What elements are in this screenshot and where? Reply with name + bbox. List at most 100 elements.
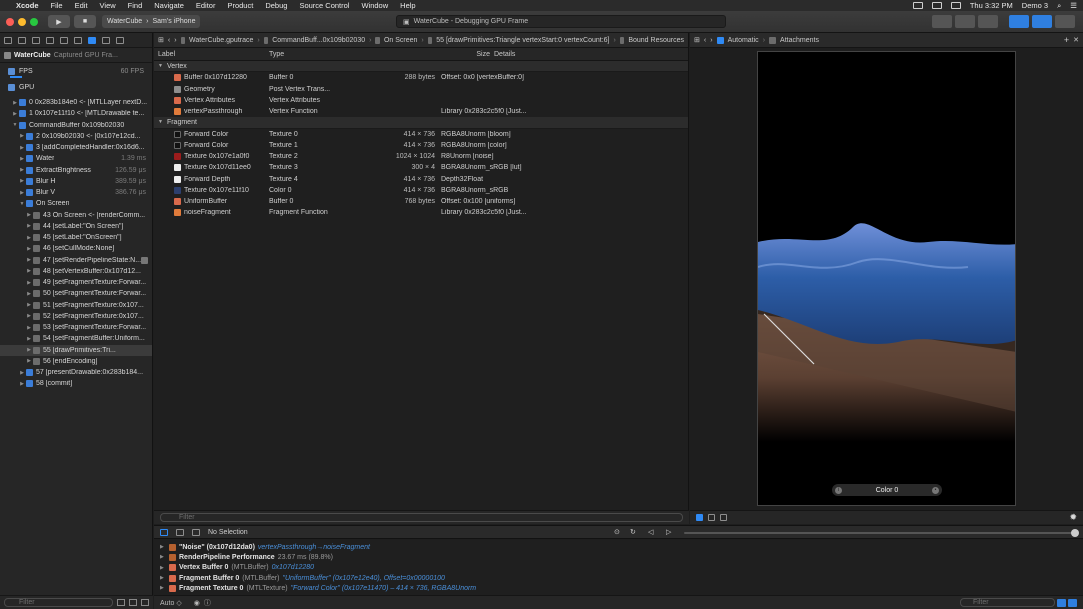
disclosure-closed-icon[interactable]: ▶ bbox=[18, 190, 26, 196]
tree-row[interactable]: ▶ 46 [setCullMode:None] bbox=[0, 243, 152, 254]
variable-row[interactable]: ▶ Vertex Buffer 0 (MTLBuffer) 0x107d12280 bbox=[154, 563, 1083, 573]
tree-row[interactable]: ▶ 43 On Screen <- [renderComm... bbox=[0, 210, 152, 221]
source-control-navigator-icon[interactable] bbox=[18, 36, 26, 44]
disclosure-closed-icon[interactable]: ▶ bbox=[160, 565, 166, 571]
resource-row[interactable]: Forward Color Texture 0 414 × 736 RGBA8Unor… bbox=[154, 129, 688, 140]
options-icon[interactable]: • bbox=[931, 486, 939, 494]
find-navigator-icon[interactable] bbox=[46, 36, 54, 44]
resource-row[interactable]: noiseFragment Fragment Function Library 0x… bbox=[154, 207, 688, 218]
tree-row[interactable]: ▶ 45 [setLabel:"OnScreen"] bbox=[0, 232, 152, 243]
toggle-debug-area-button[interactable] bbox=[1032, 15, 1052, 28]
menu-debug[interactable]: Debug bbox=[265, 1, 287, 10]
forward-button[interactable]: › bbox=[174, 37, 176, 44]
step-icon[interactable] bbox=[192, 528, 200, 536]
menu-find[interactable]: Find bbox=[128, 1, 143, 10]
tree-row[interactable]: ▶ 52 [setFragmentTexture:0x107... bbox=[0, 311, 152, 322]
related-items-icon[interactable]: ⊞ bbox=[158, 36, 164, 44]
frame-scrubber-track[interactable] bbox=[684, 532, 1074, 534]
fps-row[interactable]: FPS 60 FPS bbox=[0, 63, 152, 79]
disclosure-open-icon[interactable]: ▼ bbox=[11, 122, 19, 128]
tree-row[interactable]: ▶ 51 [setFragmentTexture:0x107... bbox=[0, 300, 152, 311]
gpu-capture-header[interactable]: WaterCube Captured GPU Fra... bbox=[0, 48, 152, 63]
gpu-frame-icon[interactable]: ⊙ bbox=[614, 528, 620, 536]
resource-row[interactable]: UniformBuffer Buffer 0 768 bytes Offset: 0x… bbox=[154, 196, 688, 207]
column-details[interactable]: Details bbox=[494, 51, 688, 58]
clock[interactable]: Thu 3:32 PM bbox=[970, 1, 1013, 10]
menu-source-control[interactable]: Source Control bbox=[299, 1, 349, 10]
search-icon[interactable]: ⌕ bbox=[1057, 1, 1061, 11]
info-icon[interactable]: i bbox=[835, 486, 842, 494]
disclosure-closed-icon[interactable]: ▶ bbox=[18, 156, 26, 162]
tree-row[interactable]: ▼ CommandBuffer 0x109b02030 bbox=[0, 120, 152, 131]
image-icon[interactable] bbox=[708, 514, 715, 521]
step-forward-icon[interactable]: ▷ bbox=[666, 528, 671, 536]
settings-icon[interactable]: ✹ bbox=[1069, 512, 1077, 523]
tree-row[interactable]: ▶ 56 [endEncoding] bbox=[0, 356, 152, 367]
menu-product[interactable]: Product bbox=[227, 1, 253, 10]
disclosure-closed-icon[interactable]: ▶ bbox=[25, 325, 33, 331]
right-pane-icon[interactable] bbox=[1068, 599, 1077, 607]
disclosure-closed-icon[interactable]: ▶ bbox=[25, 347, 33, 353]
disclosure-closed-icon[interactable]: ▶ bbox=[25, 212, 33, 218]
disclosure-closed-icon[interactable]: ▶ bbox=[11, 100, 19, 106]
disclosure-closed-icon[interactable]: ▶ bbox=[18, 145, 26, 151]
menu-navigate[interactable]: Navigate bbox=[154, 1, 184, 10]
debug-navigator-icon[interactable] bbox=[88, 36, 96, 44]
run-button[interactable]: ▶ bbox=[48, 15, 70, 28]
symbol-navigator-icon[interactable] bbox=[32, 36, 40, 44]
tree-row[interactable]: ▶ 54 [setFragmentBuffer:Uniform... bbox=[0, 333, 152, 344]
info-icon[interactable]: ⓘ bbox=[204, 598, 211, 608]
tree-row[interactable]: ▶ 44 [setLabel:"On Screen"] bbox=[0, 221, 152, 232]
breakpoint-navigator-icon[interactable] bbox=[102, 36, 110, 44]
project-navigator-icon[interactable] bbox=[4, 36, 12, 44]
menu-app[interactable]: Xcode bbox=[16, 1, 39, 10]
eye-icon[interactable]: ◉ bbox=[194, 599, 200, 607]
tree-row[interactable]: ▶ 48 [setVertexBuffer:0x107d12... bbox=[0, 266, 152, 277]
version-editor-button[interactable] bbox=[978, 15, 998, 28]
back-button[interactable]: ‹ bbox=[168, 37, 170, 44]
navigator-filter-input[interactable]: Filter bbox=[4, 598, 113, 607]
tree-row[interactable]: ▶ 53 [setFragmentTexture:Forwar... bbox=[0, 322, 152, 333]
tree-row[interactable]: ▶ 55 [drawPrimitives:Tri... bbox=[0, 344, 152, 356]
frame-scrubber-handle[interactable] bbox=[1071, 529, 1079, 537]
disclosure-closed-icon[interactable]: ▶ bbox=[18, 167, 26, 173]
display-options-icon[interactable] bbox=[141, 599, 149, 606]
tree-row[interactable]: ▶ Water 1.39 ms bbox=[0, 153, 152, 164]
related-items-icon[interactable]: ⊞ bbox=[694, 36, 700, 44]
wifi-icon[interactable] bbox=[931, 2, 942, 9]
attachment-selector[interactable]: i Color 0 • bbox=[832, 484, 942, 496]
back-button[interactable]: ‹ bbox=[704, 37, 706, 44]
notification-center-icon[interactable]: ☰ bbox=[1070, 1, 1077, 10]
screen-icon[interactable] bbox=[720, 514, 727, 521]
tree-row[interactable]: ▶ 49 [setFragmentTexture:Forwar... bbox=[0, 277, 152, 288]
tree-row[interactable]: ▶ 47 [setRenderPipelineState:N... bbox=[0, 255, 152, 266]
disclosure-closed-icon[interactable]: ▶ bbox=[25, 246, 33, 252]
tree-row[interactable]: ▶ 50 [setFragmentTexture:Forwar... bbox=[0, 288, 152, 299]
tree-row[interactable]: ▶ 0 0x283b184e0 <- [MTLLayer nextD... bbox=[0, 97, 152, 108]
standard-editor-button[interactable] bbox=[932, 15, 952, 28]
tree-row[interactable]: ▶ Blur H 389.59 μs bbox=[0, 176, 152, 187]
variable-row[interactable]: ▶ Fragment Buffer 0 (MTLBuffer) "UniformBuf… bbox=[154, 573, 1083, 583]
disclosure-closed-icon[interactable]: ▶ bbox=[25, 302, 33, 308]
column-label[interactable]: Label bbox=[154, 51, 269, 58]
disclosure-closed-icon[interactable]: ▶ bbox=[18, 370, 26, 376]
zoom-window-button[interactable] bbox=[30, 17, 38, 26]
menu-edit[interactable]: Edit bbox=[75, 1, 88, 10]
disclosure-open-icon[interactable]: ▼ bbox=[18, 201, 26, 207]
test-navigator-icon[interactable] bbox=[74, 36, 82, 44]
add-editor-icon[interactable]: + bbox=[1064, 35, 1069, 45]
column-size[interactable]: Size bbox=[373, 51, 494, 58]
toggle-inspector-button[interactable] bbox=[1055, 15, 1075, 28]
disclosure-closed-icon[interactable]: ▶ bbox=[160, 575, 166, 581]
column-type[interactable]: Type bbox=[269, 51, 373, 58]
filter-options-icon[interactable] bbox=[117, 599, 125, 606]
left-pane-icon[interactable] bbox=[1057, 599, 1066, 607]
menu-help[interactable]: Help bbox=[400, 1, 415, 10]
tree-row[interactable]: ▶ 2 0x109b02030 <- [0x107e12cd... bbox=[0, 131, 152, 142]
tree-row[interactable]: ▶ Blur V 386.76 μs bbox=[0, 187, 152, 198]
resource-section-fragment[interactable]: ▼ Fragment bbox=[154, 117, 688, 129]
jump-to-pipeline-icon[interactable] bbox=[141, 256, 148, 264]
resource-row[interactable]: Texture 0x107e11f10 Color 0 414 × 736 BGRA8… bbox=[154, 185, 688, 196]
disclosure-closed-icon[interactable]: ▶ bbox=[25, 336, 33, 342]
menu-view[interactable]: View bbox=[100, 1, 116, 10]
